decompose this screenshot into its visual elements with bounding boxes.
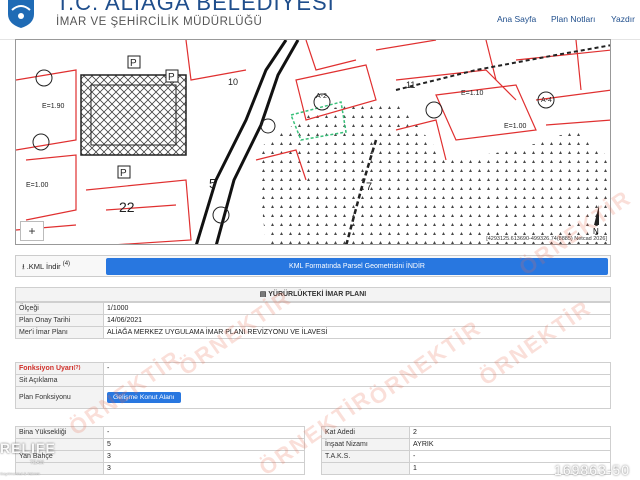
- municipality-logo-icon: [8, 0, 34, 28]
- rear-yard-value: 3: [103, 462, 305, 475]
- org-subtitle: İMAR VE ŞEHİRCİLİK MÜDÜRLÜĞÜ: [56, 16, 263, 28]
- map-label-5: 5: [209, 176, 216, 191]
- building-order-label: İnşaat Nizamı: [321, 438, 410, 451]
- map-label-11: 11: [406, 80, 415, 90]
- table-row: T.A.K.S. -: [321, 450, 611, 463]
- agency-tagline: Gayrimenkul & Yatırım: [0, 471, 40, 476]
- table-row: Mer'i İmar Planı ALİAĞA MERKEZ UYGULAMA …: [15, 326, 611, 339]
- function-table: Fonksiyon Uyarı(?) - Sit Açıklama Plan F…: [15, 362, 611, 409]
- floor-count-value: 2: [409, 426, 611, 439]
- scale-value: 1/1000: [103, 302, 611, 315]
- zoom-in-button[interactable]: +: [20, 221, 44, 241]
- map-coordinates: [4293125.613690-499326.74(8885) Netcad 2…: [486, 236, 607, 242]
- function-warning-value: -: [103, 362, 611, 375]
- table-row: Sit Açıklama: [15, 374, 611, 387]
- side-yard-value: 3: [103, 450, 305, 463]
- map-label-7: 7: [366, 181, 372, 193]
- agency-sub: TEAM: [30, 460, 44, 466]
- table-row: 3: [15, 462, 305, 475]
- taks-label: T.A.K.S.: [321, 450, 410, 463]
- map-label-10: 10: [228, 77, 238, 87]
- download-icon: ⭳: [22, 262, 25, 271]
- plan-section-header: ▤ YÜRÜRLÜKTEKİ İMAR PLANI: [15, 287, 611, 302]
- front-setback-value: 5: [103, 438, 305, 451]
- table-row: 5: [15, 438, 305, 451]
- taks-value: -: [409, 450, 611, 463]
- nav-home-link[interactable]: Ana Sayfa: [497, 14, 536, 24]
- svg-text:N: N: [593, 227, 599, 236]
- site-description-label: Sit Açıklama: [15, 374, 104, 387]
- table-row: Plan Fonksiyonu Gelişme Konut Alanı: [15, 386, 611, 409]
- map-label-22: 22: [119, 199, 135, 215]
- table-row: Kat Adedi 2: [321, 426, 611, 439]
- table-row: Fonksiyon Uyarı(?) -: [15, 362, 611, 375]
- building-order-value: AYRIK: [409, 438, 611, 451]
- plan-table: Ölçeği 1/1000 Plan Onay Tarihi 14/06/202…: [15, 302, 611, 339]
- svg-text:P: P: [120, 168, 127, 179]
- svg-text:E=1.10: E=1.10: [461, 90, 483, 97]
- page: T.C. ALİAĞA BELEDİYESİ İMAR VE ŞEHİRCİLİ…: [0, 0, 640, 480]
- svg-text:P: P: [168, 72, 175, 83]
- table-row: Yan Bahçe 3: [15, 450, 305, 463]
- nav-plan-notes-link[interactable]: Plan Notları: [551, 14, 595, 24]
- agency-watermark: RELIFE: [0, 440, 56, 456]
- current-plan-value: ALİAĞA MERKEZ UYGULAMA İMAR PLANI REVİZY…: [103, 326, 611, 339]
- svg-text:A-4: A-4: [541, 97, 552, 104]
- svg-text:E=1.90: E=1.90: [42, 103, 64, 110]
- building-height-value: -: [103, 426, 305, 439]
- table-row: Ölçeği 1/1000: [15, 302, 611, 315]
- map-canvas: 22 5 7 10 11 E=1.90 E=1.00 E=1.10 E=1.00…: [16, 40, 610, 244]
- kaks-label: [321, 462, 410, 475]
- plan-date-value: 14/06/2021: [103, 314, 611, 327]
- table-row: Plan Onay Tarihi 14/06/2021: [15, 314, 611, 327]
- listing-number: 169863-50: [554, 462, 630, 478]
- function-warning-label: Fonksiyon Uyarı(?): [15, 362, 104, 375]
- kml-label: ⭳ .KML İndir (4): [22, 261, 71, 271]
- document-icon: ▤: [259, 291, 267, 298]
- building-height-label: Bina Yüksekliği: [15, 426, 104, 439]
- zoning-map[interactable]: 22 5 7 10 11 E=1.90 E=1.00 E=1.10 E=1.00…: [15, 39, 611, 245]
- current-plan-label: Mer'i İmar Planı: [15, 326, 104, 339]
- plan-date-label: Plan Onay Tarihi: [15, 314, 104, 327]
- svg-text:E=1.00: E=1.00: [26, 182, 48, 189]
- help-badge: (?): [73, 365, 81, 371]
- plan-function-button[interactable]: Gelişme Konut Alanı: [107, 392, 181, 403]
- table-row: İnşaat Nizamı AYRIK: [321, 438, 611, 451]
- svg-text:P: P: [130, 58, 137, 69]
- kml-badge: (4): [62, 261, 71, 267]
- kml-download-row: ⭳ .KML İndir (4) KML Formatında Parsel G…: [15, 255, 611, 277]
- table-row: Bina Yüksekliği -: [15, 426, 305, 439]
- plan-function-label: Plan Fonksiyonu: [15, 386, 104, 409]
- org-title: T.C. ALİAĞA BELEDİYESİ: [56, 0, 335, 15]
- floor-count-label: Kat Adedi: [321, 426, 410, 439]
- header: T.C. ALİAĞA BELEDİYESİ İMAR VE ŞEHİRCİLİ…: [0, 0, 640, 40]
- svg-text:E=1.00: E=1.00: [504, 123, 526, 130]
- kml-download-button[interactable]: KML Formatında Parsel Geometrisini İNDİR: [106, 258, 608, 275]
- nav-print-link[interactable]: Yazdır: [611, 14, 635, 24]
- site-description-value: [103, 374, 611, 387]
- details-left-table: Bina Yüksekliği - 5 Yan Bahçe 3 3: [15, 426, 305, 475]
- plan-section-title: YÜRÜRLÜKTEKİ İMAR PLANI: [268, 291, 367, 298]
- scale-label: Ölçeği: [15, 302, 104, 315]
